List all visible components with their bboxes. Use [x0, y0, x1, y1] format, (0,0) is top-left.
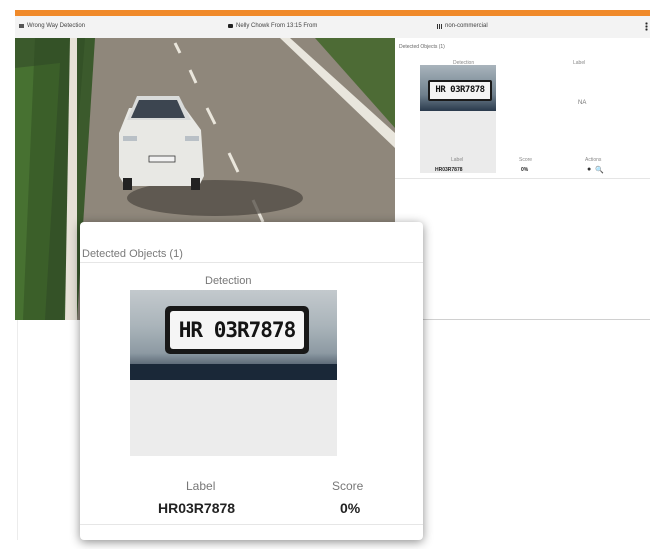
panel-title: Detected Objects (1): [399, 44, 445, 50]
category-text: non-commercial: [445, 23, 488, 29]
plate-crop: HR 03R7878: [420, 65, 496, 111]
top-bar: Wrong Way Detection Nelly Chowk From 13:…: [15, 16, 650, 39]
location-text: Nelly Chowk From 13:15 From: [236, 23, 318, 29]
popup-footer-divider: [80, 524, 423, 525]
popup-detection-header: Detection: [205, 275, 252, 287]
video-camera-icon: [228, 24, 233, 28]
left-border: [17, 320, 18, 540]
grid-icon: [437, 23, 442, 29]
plate-text-small: HR 03R7878: [428, 80, 492, 101]
label-value-na: NA: [578, 100, 587, 106]
popup-title: Detected Objects (1): [82, 248, 183, 260]
app-title-text: Wrong Way Detection: [27, 23, 86, 29]
detected-objects-panel: Detected Objects (1) Detection Label HR …: [395, 38, 650, 320]
row-divider: [395, 178, 650, 179]
row-score-header: Score: [519, 157, 533, 163]
popup-score-value: 0%: [340, 500, 361, 516]
search-icon[interactable]: 🔍: [595, 166, 604, 174]
popup-score-header: Score: [332, 479, 364, 493]
popup-detection-image[interactable]: HR 03R7878: [130, 290, 337, 456]
pin-icon[interactable]: ●: [587, 166, 591, 174]
category-info: non-commercial: [437, 23, 488, 29]
panel-label-header: Label: [573, 60, 586, 66]
app-title: Wrong Way Detection: [19, 23, 85, 29]
row-label-header: Label: [451, 157, 464, 163]
plate-text: HR 03R7878: [170, 311, 304, 349]
license-plate: HR 03R7878: [165, 306, 309, 354]
row-actions: ● 🔍: [587, 166, 604, 174]
row-actions-header: Actions: [585, 157, 602, 163]
bumper: [130, 364, 337, 380]
location-info: Nelly Chowk From 13:15 From: [228, 23, 317, 29]
kebab-menu-icon[interactable]: [645, 22, 648, 31]
row-score-value: 0%: [521, 167, 529, 173]
popup-label-value: HR03R7878: [158, 500, 236, 516]
zoomed-detection-popup: Detected Objects (1) Detection HR 03R787…: [80, 222, 423, 540]
popup-plate-crop: HR 03R7878: [130, 290, 337, 380]
row-label-value: HR03R7878: [435, 167, 463, 173]
popup-label-header: Label: [186, 479, 216, 493]
popup-title-divider: [80, 262, 423, 263]
panel-bottom-border: [395, 319, 650, 320]
camera-feed-icon: [19, 24, 24, 28]
